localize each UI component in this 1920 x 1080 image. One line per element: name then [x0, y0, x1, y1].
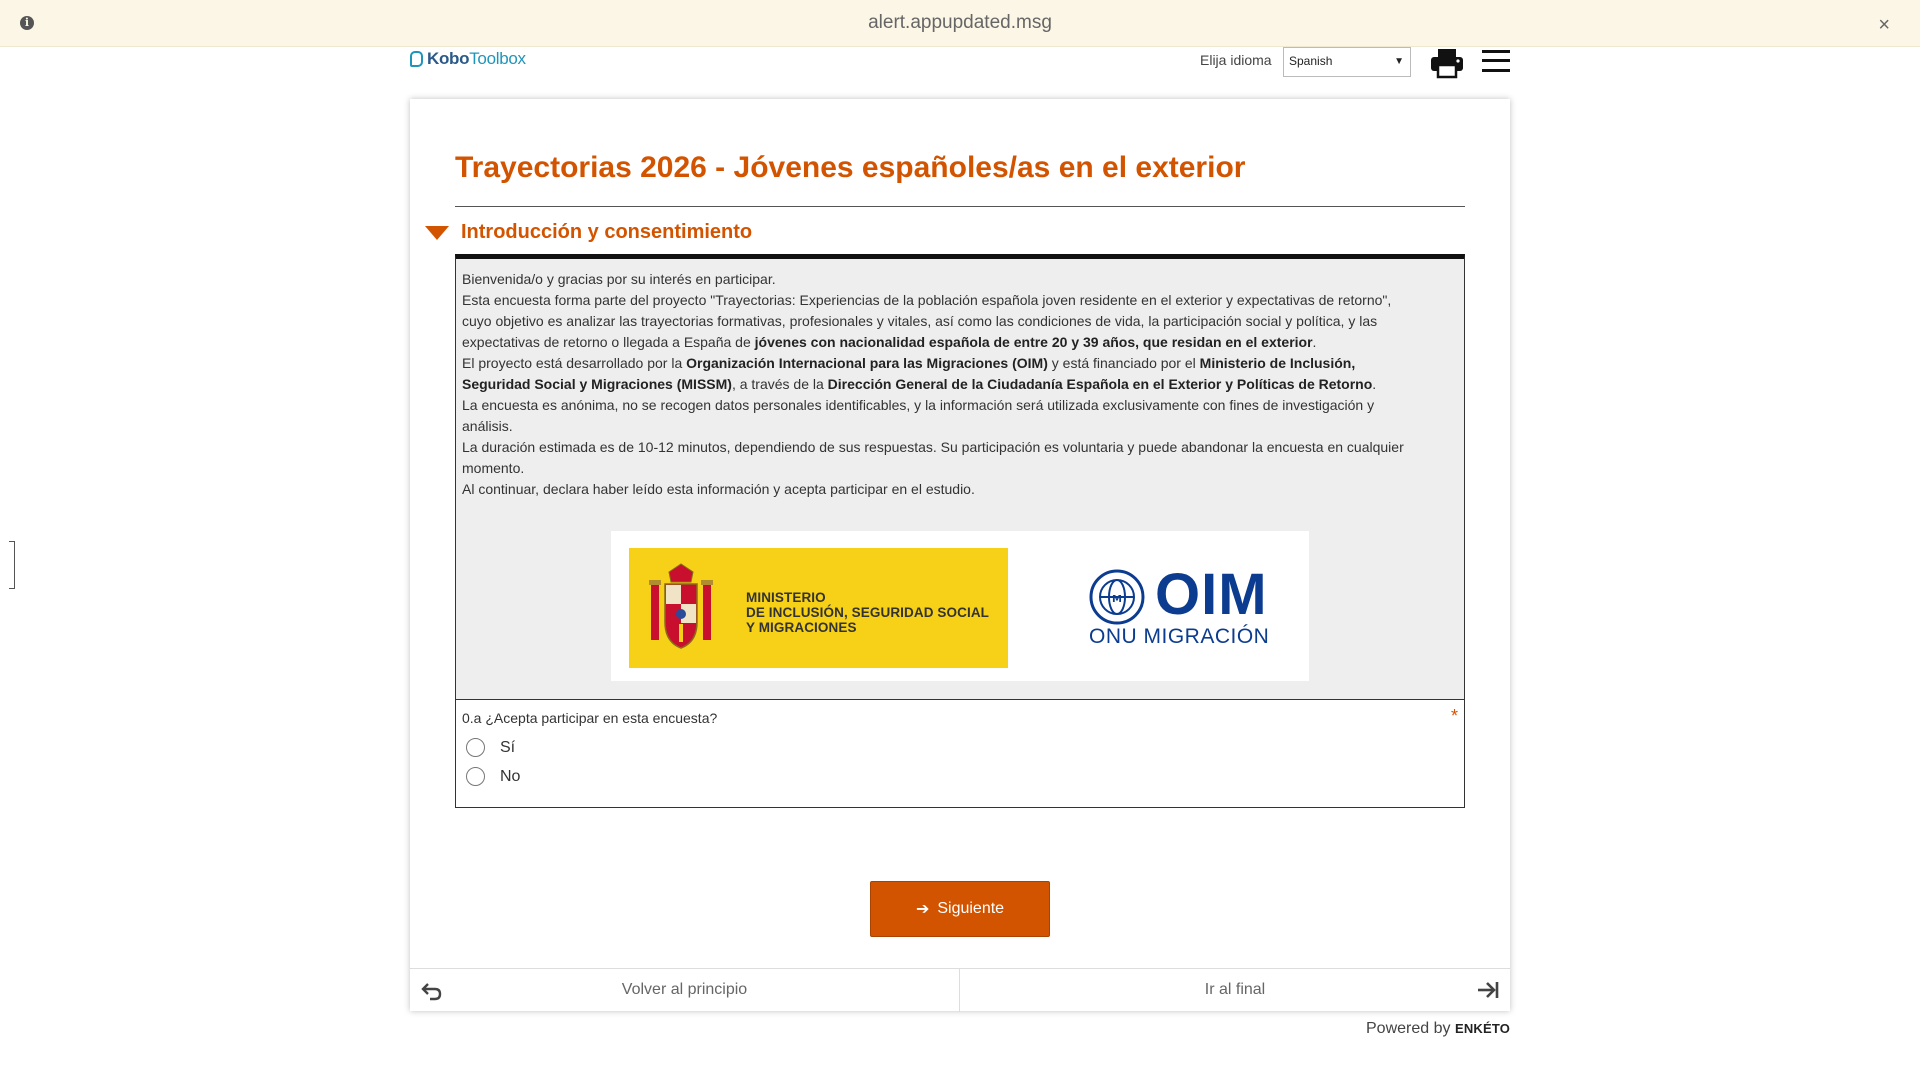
language-label: Elija idioma: [1200, 52, 1272, 68]
intro-paragraph: El proyecto está desarrollado por la Org…: [462, 353, 1422, 395]
ministry-name: MINISTERIO DE INCLUSIÓN, SEGURIDAD SOCIA…: [746, 590, 989, 635]
required-mark: *: [1450, 706, 1458, 726]
go-to-end-label: Ir al final: [1204, 981, 1266, 998]
bottom-navigation: Volver al principio Ir al final: [410, 968, 1510, 1012]
language-select[interactable]: Spanish ▼: [1283, 47, 1411, 77]
intro-note: Bienvenida/o y gracias por su interés en…: [455, 254, 1465, 700]
intro-text-span: El proyecto está desarrollado por la: [462, 355, 687, 371]
update-alert: i alert.appupdated.msg ×: [0, 0, 1920, 47]
arrow-right-icon: ➔: [915, 901, 930, 918]
intro-bold-span: Dirección General de la Ciudadanía Españ…: [827, 376, 1373, 392]
intro-text-span: .: [1372, 376, 1377, 392]
chevron-down-icon: ▼: [1394, 56, 1404, 67]
next-button[interactable]: ➔ Siguiente: [870, 881, 1050, 937]
survey-form: Trayectorias 2026 - Jóvenes españoles/as…: [410, 99, 1510, 1012]
intro-text-span: , a través de la: [731, 376, 828, 392]
svg-text:M: M: [1112, 594, 1122, 605]
alert-message: alert.appupdated.msg: [868, 12, 1052, 33]
powered-by-label: Powered by: [1366, 1020, 1451, 1037]
ministry-line: DE INCLUSIÓN, SEGURIDAD SOCIAL: [746, 605, 990, 620]
close-icon[interactable]: ×: [1878, 14, 1890, 37]
kobotoolbox-logo[interactable]: KoboToolbox: [410, 49, 526, 69]
partner-logos: MINISTERIO DE INCLUSIÓN, SEGURIDAD SOCIA…: [611, 531, 1309, 681]
back-to-start-button[interactable]: Volver al principio: [410, 969, 960, 1012]
go-to-end-button[interactable]: Ir al final: [960, 969, 1510, 1012]
option-label: Sí: [500, 738, 516, 756]
option-no[interactable]: No: [466, 767, 520, 786]
intro-bold-span: Organización Internacional para las Migr…: [686, 355, 1048, 371]
form-title: Trayectorias 2026 - Jóvenes españoles/as…: [455, 151, 1246, 184]
intro-text-span: y está financiado por el: [1047, 355, 1200, 371]
logo-text-kobo: Kobo: [427, 49, 470, 68]
arrow-to-end-icon: [1478, 982, 1499, 998]
next-label: Siguiente: [937, 900, 1005, 917]
hamburger-menu-icon[interactable]: [1482, 47, 1510, 75]
radio-si[interactable]: [466, 738, 485, 757]
language-selected-value: Spanish: [1289, 54, 1333, 68]
undo-icon: [421, 983, 442, 1001]
question-label: 0.a ¿Acepta participar en esta encuesta?: [462, 710, 718, 726]
intro-paragraph: Esta encuesta forma parte del proyecto "…: [462, 290, 1422, 353]
title-divider: [455, 206, 1465, 207]
intro-paragraph: Al continuar, declara haber leído esta i…: [462, 481, 975, 497]
consent-question: 0.a ¿Acepta participar en esta encuesta?…: [455, 700, 1465, 808]
logo-text-toolbox: Toolbox: [469, 49, 526, 68]
option-si[interactable]: Sí: [466, 738, 515, 757]
intro-paragraph: Bienvenida/o y gracias por su interés en…: [462, 271, 776, 287]
back-to-start-label: Volver al principio: [621, 981, 748, 998]
oim-logo: M OIM ONU MIGRACIÓN: [1089, 562, 1279, 649]
page-header: KoboToolbox Elija idioma Spanish ▼: [410, 47, 1510, 99]
side-handle[interactable]: [9, 541, 15, 589]
oim-subtitle: ONU MIGRACIÓN: [1089, 625, 1270, 648]
group-header[interactable]: Introducción y consentimiento: [425, 221, 752, 244]
intro-bold-span: jóvenes con nacionalidad española de ent…: [754, 334, 1313, 350]
ministry-line: MINISTERIO: [746, 590, 826, 605]
kobo-logo-icon: [410, 51, 423, 67]
printer-icon[interactable]: [1430, 47, 1464, 79]
enketo-brand: ENKÉTO: [1454, 1021, 1511, 1036]
spain-coat-of-arms-icon: [649, 563, 713, 649]
un-globe-icon: M: [1089, 569, 1145, 625]
caret-down-icon[interactable]: [425, 225, 449, 240]
group-title: Introducción y consentimiento: [461, 221, 753, 243]
intro-paragraph: La duración estimada es de 10-12 minutos…: [462, 439, 1404, 476]
ministry-line: Y MIGRACIONES: [746, 620, 857, 635]
ministry-logo: MINISTERIO DE INCLUSIÓN, SEGURIDAD SOCIA…: [629, 548, 1008, 668]
oim-acronym: OIM: [1155, 562, 1268, 627]
option-label: No: [500, 767, 521, 785]
intro-text: Bienvenida/o y gracias por su interés en…: [462, 269, 1422, 500]
intro-text-span: .: [1312, 334, 1317, 350]
radio-no[interactable]: [466, 767, 485, 786]
powered-by[interactable]: Powered by ENKÉTO: [1366, 1020, 1510, 1038]
intro-paragraph: La encuesta es anónima, no se recogen da…: [462, 397, 1375, 434]
